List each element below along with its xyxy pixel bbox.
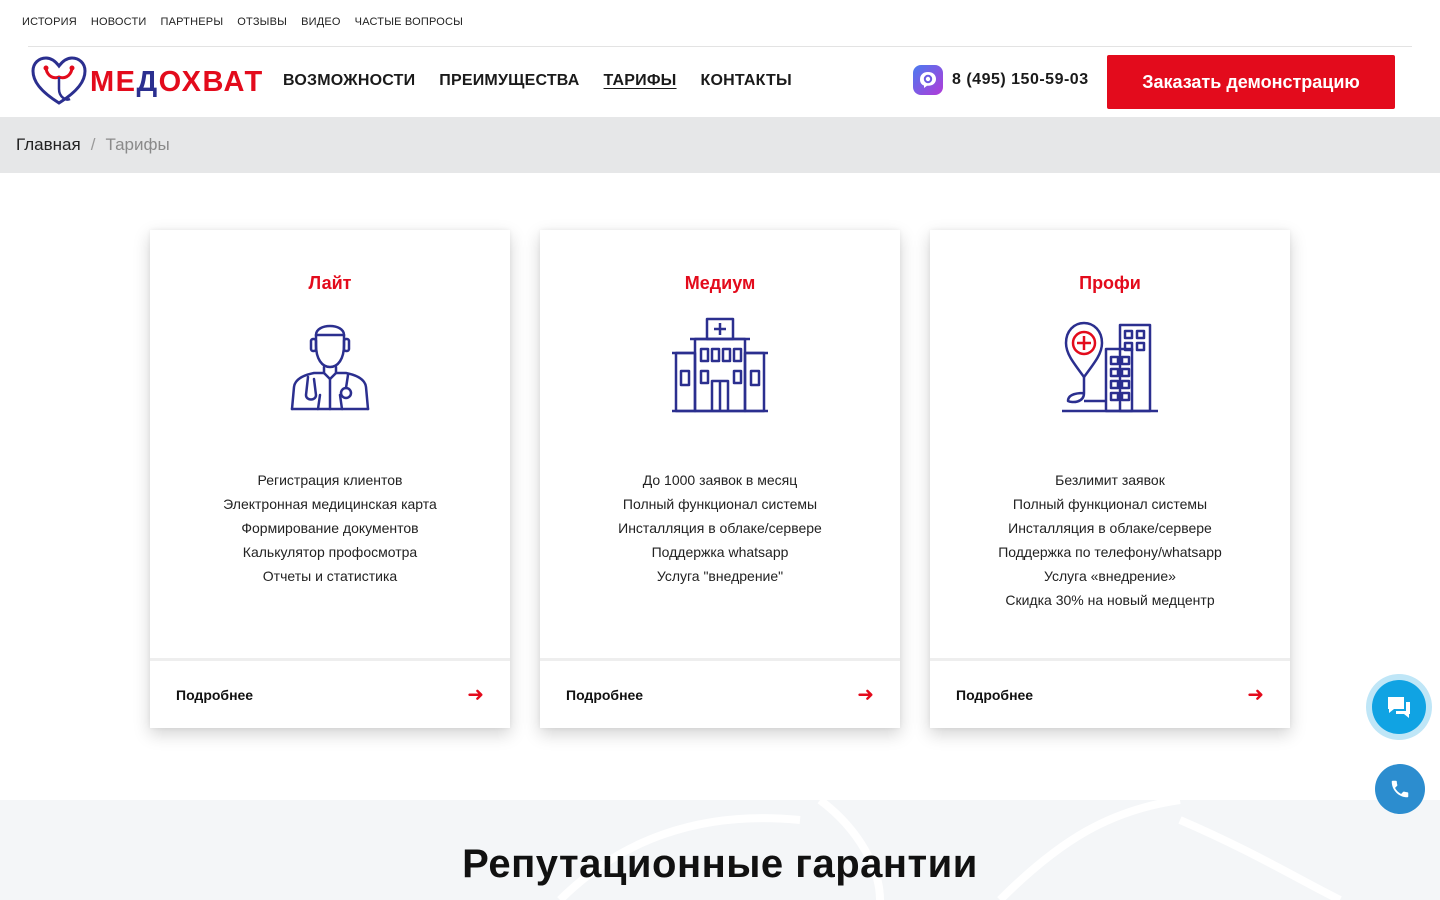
breadcrumb: Главная / Тарифы	[0, 117, 1440, 173]
chat-bubbles-icon	[1388, 697, 1410, 718]
feature-item: Калькулятор профосмотра	[242, 544, 418, 560]
feature-item: Отчеты и статистика	[262, 568, 398, 584]
feature-item: Услуга "внедрение"	[656, 568, 784, 584]
nav-contacts[interactable]: КОНТАКТЫ	[701, 72, 792, 90]
more-link[interactable]: Подробнее ➜	[930, 658, 1290, 728]
tariff-title: Медиум	[684, 273, 756, 293]
tariff-title: Лайт	[308, 273, 352, 293]
feature-item: Регистрация клиентов	[257, 472, 403, 488]
logo-wordmark: МЕДОХВАТ	[90, 65, 264, 98]
hospital-icon	[672, 317, 768, 413]
feature-item: Инсталляция в облаке/сервере	[618, 520, 822, 536]
feature-list: До 1000 заявок в месяц Полный функционал…	[540, 468, 900, 588]
tariff-card-medium: Медиум До 1000 заявок в месяц Полный фун…	[540, 230, 900, 728]
topnav-history[interactable]: ИСТОРИЯ	[22, 16, 77, 28]
section-title: Репутационные гарантии	[462, 842, 978, 886]
feature-item: Скидка 30% на новый медцентр	[1005, 592, 1215, 608]
topnav-partners[interactable]: ПАРТНЕРЫ	[161, 16, 224, 28]
viber-icon	[913, 65, 943, 95]
feature-item: Инсталляция в облаке/сервере	[1008, 520, 1212, 536]
more-label: Подробнее	[176, 686, 254, 703]
feature-list: Регистрация клиентов Электронная медицин…	[150, 468, 510, 588]
feature-item: Поддержка по телефону/whatsapp	[998, 544, 1222, 560]
breadcrumb-separator: /	[90, 135, 96, 154]
arrow-right-icon: ➜	[1247, 684, 1264, 706]
tariff-title: Профи	[1079, 273, 1141, 293]
feature-item: Формирование документов	[241, 520, 419, 536]
chat-button[interactable]	[1366, 674, 1432, 740]
topnav-reviews[interactable]: ОТЗЫВЫ	[237, 16, 287, 28]
nav-features[interactable]: ВОЗМОЖНОСТИ	[283, 72, 415, 90]
breadcrumb-home[interactable]: Главная	[16, 135, 81, 155]
more-label: Подробнее	[566, 686, 644, 703]
more-link[interactable]: Подробнее ➜	[150, 658, 510, 728]
heart-stethoscope-logo-icon	[31, 56, 87, 105]
topnav-video[interactable]: ВИДЕО	[301, 16, 341, 28]
nav-tariffs[interactable]: ТАРИФЫ	[604, 72, 677, 90]
more-label: Подробнее	[956, 686, 1034, 703]
feature-item: Электронная медицинская карта	[223, 496, 437, 512]
feature-item: Полный функционал системы	[622, 496, 818, 512]
clinic-location-icon	[1062, 321, 1158, 413]
top-utility-nav: ИСТОРИЯ НОВОСТИ ПАРТНЕРЫ ОТЗЫВЫ ВИДЕО ЧА…	[22, 0, 463, 44]
tariff-card-lite: Лайт Регистрация клиентов Электронная ме…	[150, 230, 510, 728]
feature-item: Услуга «внедрение»	[1044, 568, 1176, 584]
feature-item: Поддержка whatsapp	[651, 544, 789, 560]
feature-list: Безлимит заявок Полный функционал систем…	[930, 468, 1290, 612]
tariff-card-pro: Профи Безлимит заявок Полный функционал …	[930, 230, 1290, 728]
main-nav: ВОЗМОЖНОСТИ ПРЕИМУЩЕСТВА ТАРИФЫ КОНТАКТЫ	[283, 72, 792, 90]
call-button[interactable]	[1375, 764, 1425, 814]
phone-number: 8 (495) 150-59-03	[952, 71, 1089, 88]
reputation-section: Репутационные гарантии	[0, 800, 1440, 900]
doctor-icon	[290, 324, 370, 411]
feature-item: Полный функционал системы	[1012, 496, 1208, 512]
phone-icon	[1391, 780, 1409, 798]
site-logo[interactable]: МЕДОХВАТ	[30, 55, 264, 109]
feature-item: Безлимит заявок	[1055, 472, 1165, 488]
topnav-news[interactable]: НОВОСТИ	[91, 16, 147, 28]
arrow-right-icon: ➜	[467, 684, 484, 706]
order-demo-button[interactable]: Заказать демонстрацию	[1107, 55, 1395, 109]
topnav-faq[interactable]: ЧАСТЫЕ ВОПРОСЫ	[355, 16, 463, 28]
feature-item: До 1000 заявок в месяц	[642, 472, 798, 488]
arrow-right-icon: ➜	[857, 684, 874, 706]
breadcrumb-current: Тарифы	[105, 135, 170, 154]
chat-button-inner	[1372, 680, 1426, 734]
site-header: МЕДОХВАТ ВОЗМОЖНОСТИ ПРЕИМУЩЕСТВА ТАРИФЫ…	[0, 47, 1440, 117]
phone-contact[interactable]: 8 (495) 150-59-03	[913, 65, 1089, 95]
more-link[interactable]: Подробнее ➜	[540, 658, 900, 728]
nav-advantages[interactable]: ПРЕИМУЩЕСТВА	[439, 72, 579, 90]
